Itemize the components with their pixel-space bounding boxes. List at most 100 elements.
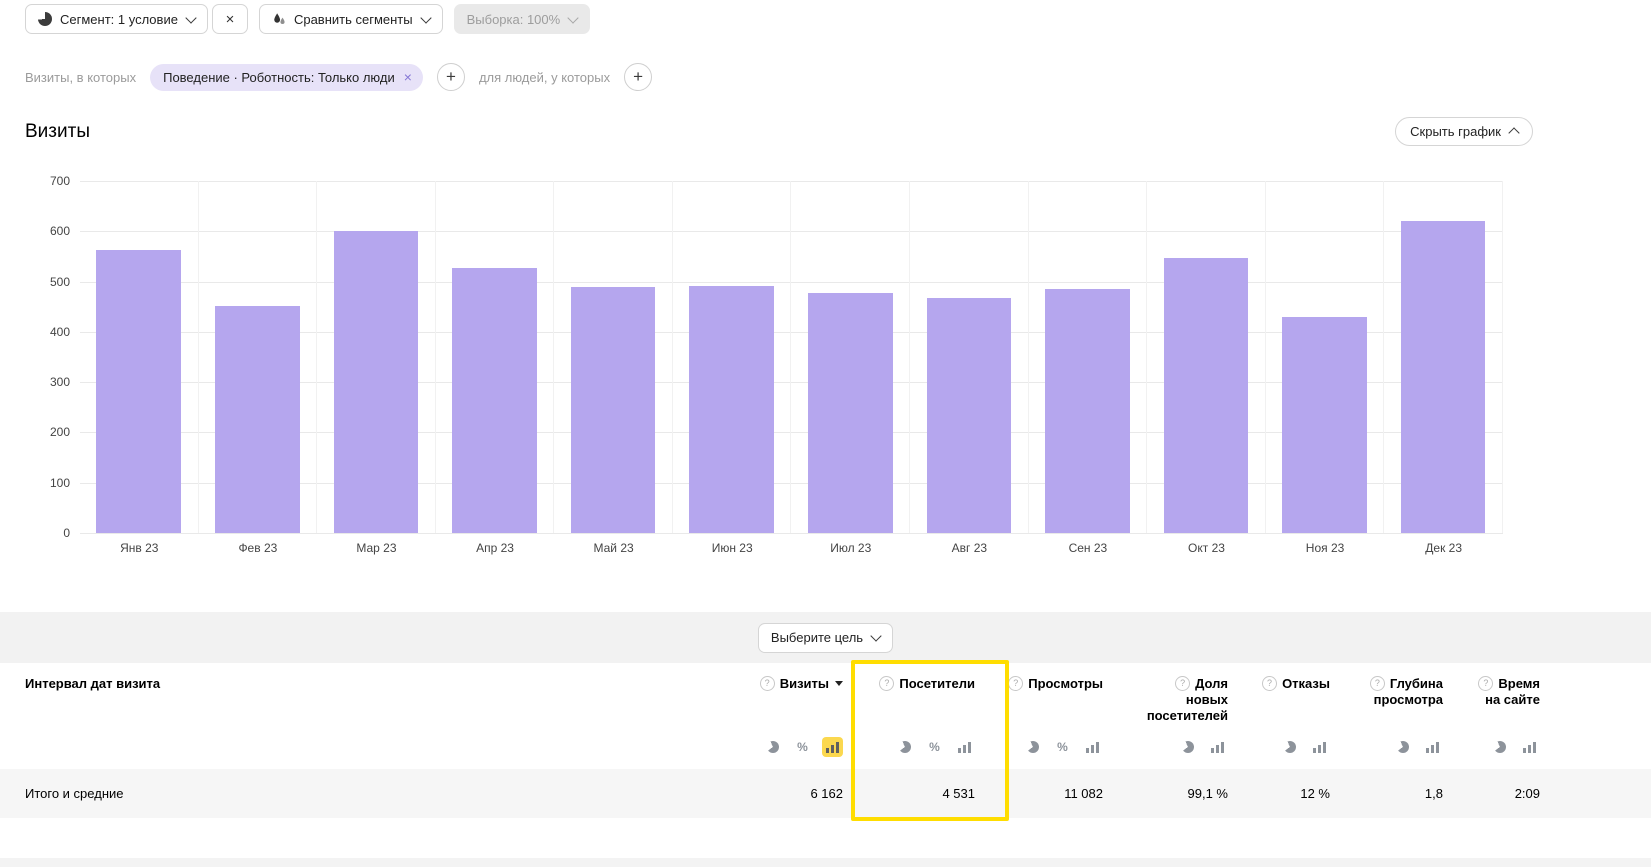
- metric-label-line: ?Время на сайте: [1478, 676, 1540, 708]
- totals-value-page-depth: 1,8: [1330, 786, 1443, 801]
- bar[interactable]: [334, 231, 419, 533]
- bar[interactable]: [927, 298, 1012, 533]
- x-axis-tick-label: Ноя 23: [1266, 541, 1385, 555]
- segment-toolbar: Сегмент: 1 условие × Сравнить сегменты В…: [25, 4, 601, 34]
- bar-chart-toggle[interactable]: [822, 737, 843, 757]
- totals-value-time-on-site: 2:09: [1443, 786, 1540, 801]
- bar[interactable]: [1045, 289, 1130, 533]
- percent-toggle[interactable]: %: [1052, 737, 1073, 757]
- bar-chart-icon: [1523, 742, 1536, 753]
- bar-chart-toggle[interactable]: [1309, 737, 1330, 757]
- metric-label[interactable]: Время на сайте: [1485, 676, 1540, 707]
- bar-group: [436, 181, 555, 533]
- pie-chart-toggle[interactable]: [762, 737, 783, 757]
- add-visit-condition-button[interactable]: +: [437, 63, 465, 91]
- segment-dropdown-button[interactable]: Сегмент: 1 условие: [25, 4, 208, 34]
- bar-chart-toggle[interactable]: [1207, 737, 1228, 757]
- pie-chart-toggle[interactable]: [1022, 737, 1043, 757]
- totals-value-pageviews: 11 082: [975, 786, 1103, 801]
- compare-segments-label: Сравнить сегменты: [294, 12, 413, 27]
- bar-chart-toggle[interactable]: [954, 737, 975, 757]
- bar-chart-toggle[interactable]: [1422, 737, 1443, 757]
- y-axis-tick-label: 400: [50, 325, 70, 339]
- table-totals-row: Итого и средние 6 1624 53111 08299,1 %12…: [0, 769, 1651, 818]
- bar[interactable]: [452, 268, 537, 533]
- pie-chart-toggle[interactable]: [1279, 737, 1300, 757]
- metric-label[interactable]: Отказы: [1282, 676, 1330, 691]
- segment-condition-chip[interactable]: Поведение · Роботность: Только люди ×: [150, 64, 423, 91]
- percent-toggle[interactable]: %: [924, 737, 945, 757]
- y-axis-tick-label: 200: [50, 425, 70, 439]
- bottom-strip: [0, 858, 1651, 867]
- bar[interactable]: [1282, 317, 1367, 533]
- bar-group: [317, 181, 436, 533]
- metric-label-line: ?Доля новых посетителей: [1147, 676, 1228, 724]
- help-icon[interactable]: ?: [760, 676, 775, 691]
- bar[interactable]: [689, 286, 774, 533]
- visits-bar-chart: 0100200300400500600700 Янв 23Фев 23Мар 2…: [25, 181, 1503, 555]
- help-icon[interactable]: ?: [879, 676, 894, 691]
- metric-label-line: ?Глубина просмотра: [1370, 676, 1443, 708]
- percent-toggle[interactable]: %: [792, 737, 813, 757]
- y-axis-tick-label: 100: [50, 476, 70, 490]
- pie-chart-toggle[interactable]: [1489, 737, 1510, 757]
- bar[interactable]: [1164, 258, 1249, 533]
- bar[interactable]: [215, 306, 300, 533]
- bar[interactable]: [808, 293, 893, 533]
- display-mode-toggles: %: [1022, 737, 1103, 757]
- table-header-row: Интервал дат визита ? Визиты%? Посетители%…: [0, 663, 1651, 769]
- chip-remove-icon[interactable]: ×: [404, 70, 412, 84]
- add-people-condition-button[interactable]: +: [624, 63, 652, 91]
- date-interval-header: Интервал дат визита: [25, 663, 743, 769]
- y-axis-tick-label: 0: [63, 526, 70, 540]
- help-icon[interactable]: ?: [1478, 676, 1493, 691]
- goal-select-button[interactable]: Выберите цель: [758, 623, 893, 653]
- display-mode-toggles: [1279, 737, 1330, 757]
- metrics-table: Выберите цель Интервал дат визита ? Визит…: [0, 612, 1651, 818]
- metric-label-line: ? Просмотры: [1008, 676, 1103, 692]
- compare-segments-button[interactable]: Сравнить сегменты: [259, 4, 443, 34]
- gridline: [80, 533, 1503, 534]
- pie-chart-icon: [899, 741, 911, 753]
- bar-chart-toggle[interactable]: [1082, 737, 1103, 757]
- help-icon[interactable]: ?: [1175, 676, 1190, 691]
- x-axis-tick-label: Мар 23: [317, 541, 436, 555]
- bar[interactable]: [571, 287, 656, 533]
- goal-select-label: Выберите цель: [771, 630, 863, 645]
- metric-label-line: ? Посетители: [879, 676, 975, 692]
- bar-group: [554, 181, 673, 533]
- help-icon[interactable]: ?: [1008, 676, 1023, 691]
- sampling-dropdown-button[interactable]: Выборка: 100%: [454, 4, 591, 34]
- pie-chart-toggle[interactable]: [894, 737, 915, 757]
- bar-group: [791, 181, 910, 533]
- metric-label[interactable]: Визиты: [780, 676, 829, 691]
- metrica-report-page: Сегмент: 1 условие × Сравнить сегменты В…: [0, 0, 1651, 867]
- sort-desc-icon[interactable]: [835, 681, 843, 686]
- bar-chart-toggle[interactable]: [1519, 737, 1540, 757]
- bar-chart-icon: [958, 742, 971, 753]
- totals-value-visitors: 4 531: [843, 786, 975, 801]
- pie-chart-toggle[interactable]: [1177, 737, 1198, 757]
- metric-label-line: ? Визиты: [760, 676, 843, 692]
- bar[interactable]: [1401, 221, 1486, 533]
- y-axis-tick-label: 300: [50, 375, 70, 389]
- hide-chart-button[interactable]: Скрыть график: [1395, 117, 1533, 146]
- metric-label[interactable]: Посетители: [899, 676, 975, 691]
- display-mode-toggles: [1392, 737, 1443, 757]
- metric-label[interactable]: Просмотры: [1028, 676, 1103, 691]
- bar[interactable]: [96, 250, 181, 533]
- x-axis-tick-label: Дек 23: [1384, 541, 1503, 555]
- metric-header-new-visitors-share: ?Доля новых посетителей: [1103, 663, 1228, 769]
- bar-chart-icon: [1086, 742, 1099, 753]
- bar-group: [1147, 181, 1266, 533]
- pie-chart-toggle[interactable]: [1392, 737, 1413, 757]
- bar-chart-icon: [1426, 742, 1439, 753]
- segment-conditions-row: Визиты, в которых Поведение · Роботность…: [25, 63, 652, 91]
- clear-segment-button[interactable]: ×: [212, 4, 248, 34]
- display-mode-toggles: [1489, 737, 1540, 757]
- x-axis-tick-label: Июн 23: [673, 541, 792, 555]
- help-icon[interactable]: ?: [1262, 676, 1277, 691]
- metric-header-pageviews: ? Просмотры%: [975, 663, 1103, 769]
- help-icon[interactable]: ?: [1370, 676, 1385, 691]
- plus-icon: +: [633, 67, 643, 87]
